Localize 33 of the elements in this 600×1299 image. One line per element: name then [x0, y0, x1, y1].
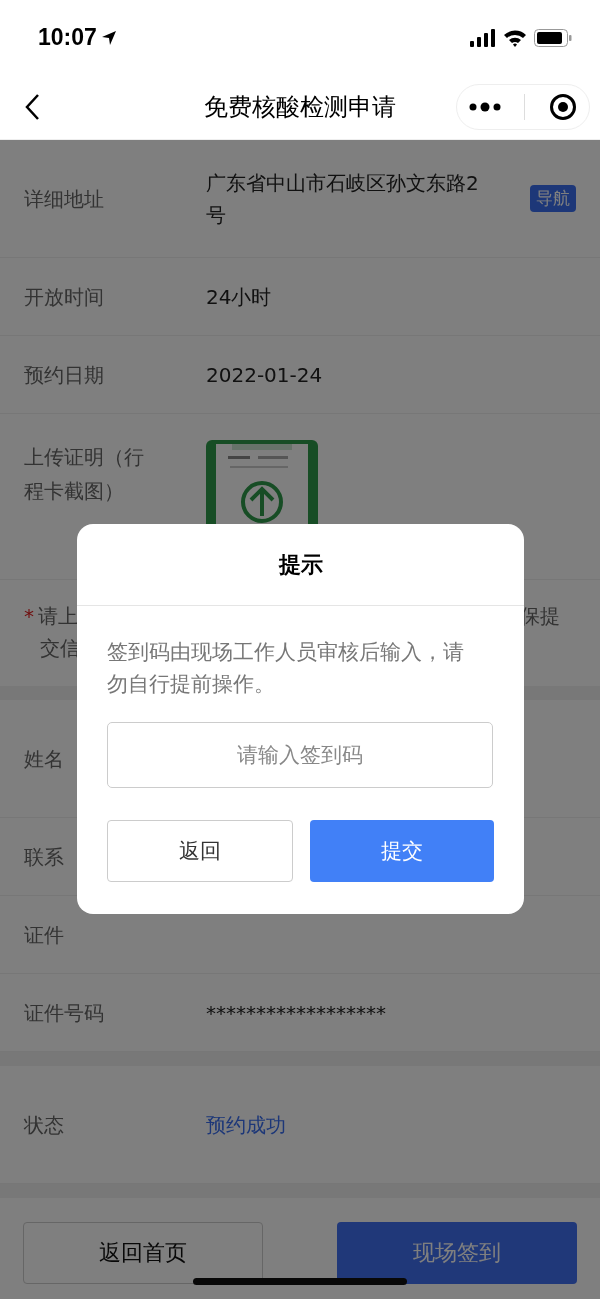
field-label: 详细地址 — [24, 185, 104, 213]
check-in-button[interactable]: 现场签到 — [337, 1222, 577, 1284]
signal-icon — [470, 28, 496, 47]
home-button[interactable]: 返回首页 — [23, 1222, 263, 1284]
dialog-message: 签到码由现场工作人员审核后输入，请勿自行提前操作。 — [107, 639, 465, 698]
cancel-button[interactable]: 返回 — [107, 820, 293, 882]
field-value: 24小时 — [206, 283, 273, 311]
page-title: 免费核酸检测申请 — [203, 92, 397, 123]
location-arrow-icon — [100, 29, 117, 46]
field-label: 上传证明（行程卡截图） — [24, 444, 145, 505]
notice-text: 请上 — [38, 604, 78, 628]
back-icon[interactable] — [24, 93, 40, 121]
field-value: 2022-01-24 — [206, 361, 324, 389]
target-icon[interactable] — [549, 93, 578, 121]
field-label: 预约日期 — [24, 361, 104, 389]
status-value: 预约成功 — [206, 1111, 287, 1139]
field-label: 开放时间 — [24, 283, 104, 311]
field-label: 联系 — [24, 843, 64, 871]
clock-time: 10:07 — [38, 24, 97, 51]
field-label: 证件号码 — [24, 999, 104, 1027]
field-value: ****************** — [206, 999, 387, 1027]
more-icon[interactable] — [468, 102, 501, 112]
code-input-field[interactable]: 请输入签到码 — [107, 722, 493, 788]
dialog-title: 提示 — [77, 524, 524, 606]
field-label: 证件 — [24, 921, 64, 949]
field-value: 广东省中山市石岐区孙文东路2号 — [206, 169, 480, 229]
navigate-button[interactable]: 导航 — [530, 185, 576, 212]
field-label: 状态 — [24, 1111, 64, 1139]
battery-icon — [534, 28, 572, 47]
submit-button[interactable]: 提交 — [310, 820, 494, 882]
wifi-icon — [503, 28, 527, 47]
required-mark: * — [24, 604, 34, 628]
field-label: 姓名 — [24, 745, 64, 773]
